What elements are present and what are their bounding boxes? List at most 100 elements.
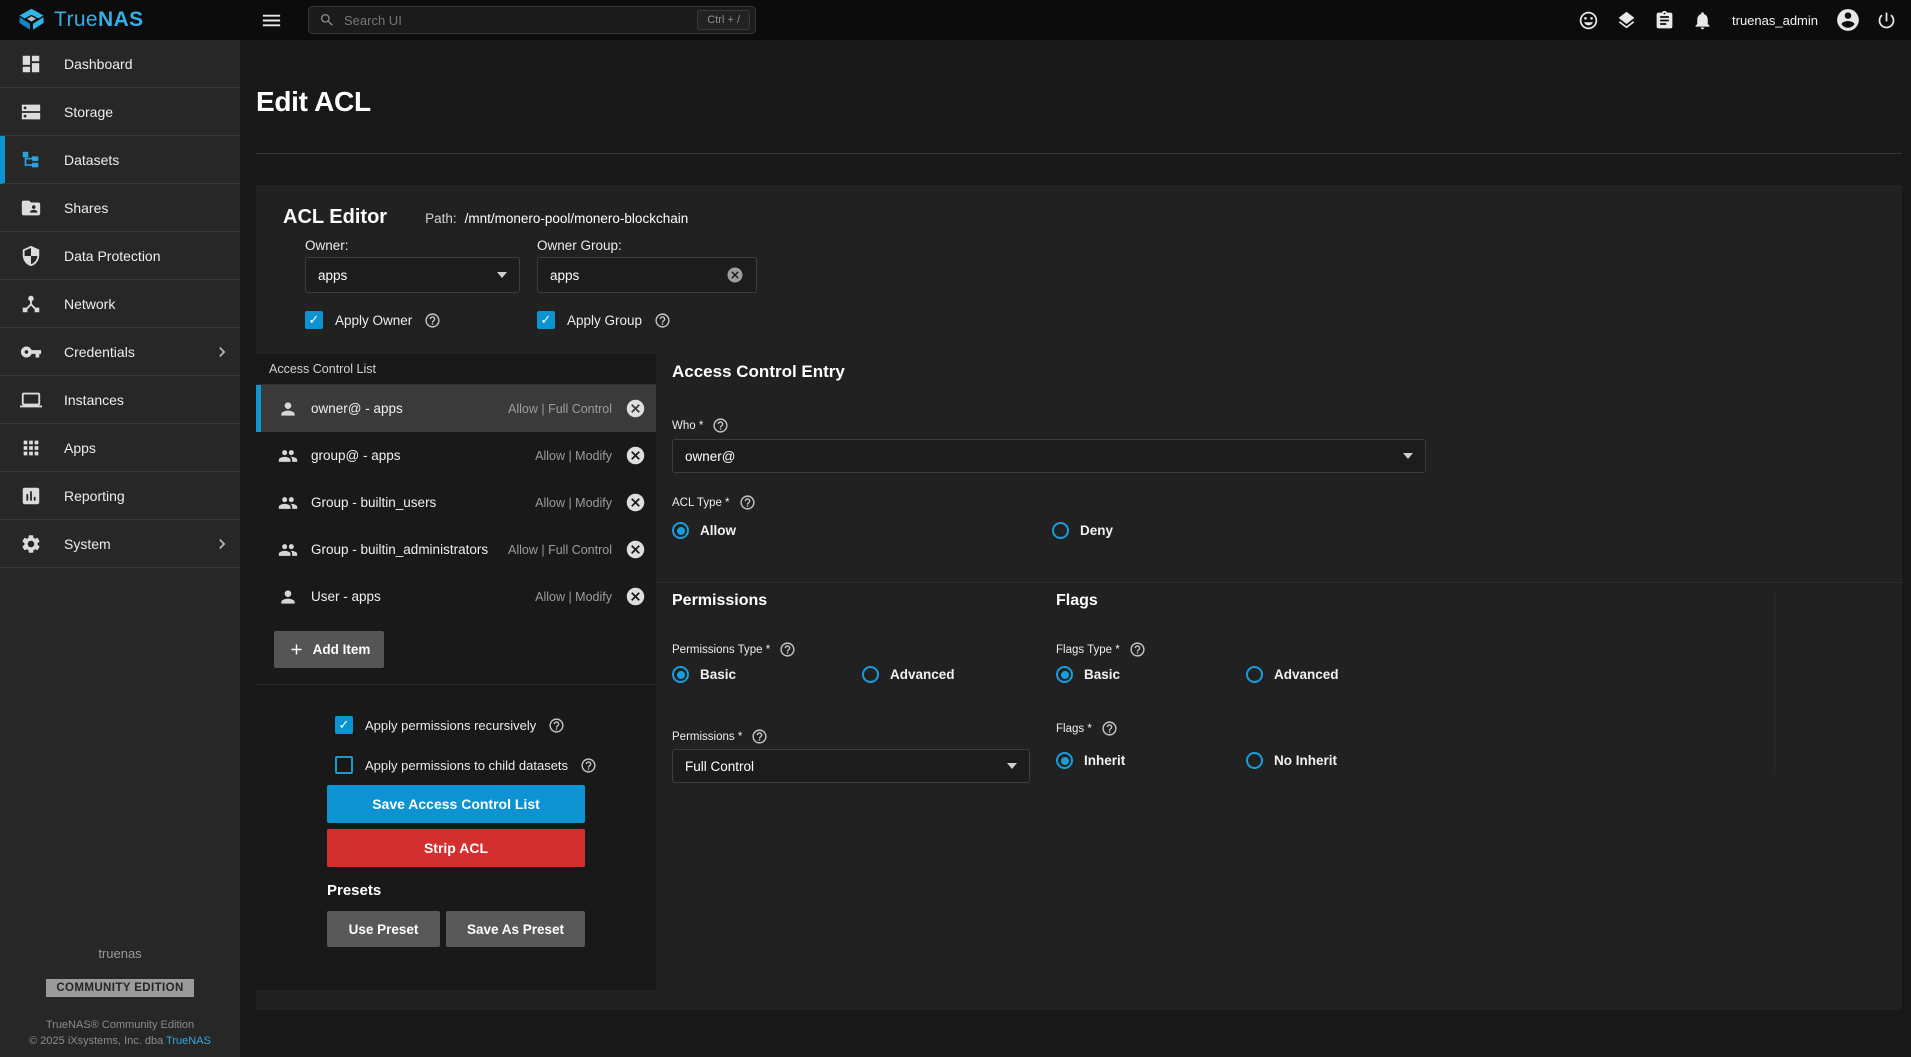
who-value: owner@ bbox=[685, 449, 735, 464]
network-icon bbox=[20, 293, 42, 315]
help-icon[interactable] bbox=[654, 312, 671, 329]
datasets-icon bbox=[20, 149, 42, 171]
sidebar-item-system[interactable]: System bbox=[0, 520, 240, 568]
radio-no-inherit[interactable]: No Inherit bbox=[1246, 752, 1337, 769]
sidebar-item-reporting[interactable]: Reporting bbox=[0, 472, 240, 520]
truenas-logo[interactable]: TrueNAS bbox=[0, 8, 240, 32]
permissions-type-label: Permissions Type * bbox=[672, 641, 796, 658]
add-item-button[interactable]: Add Item bbox=[274, 631, 384, 668]
sidebar-item-shares[interactable]: Shares bbox=[0, 184, 240, 232]
footer-copyright: © 2025 iXsystems, Inc. dba TrueNAS bbox=[0, 1035, 240, 1047]
dataset-path: Path: /mnt/monero-pool/monero-blockchain bbox=[425, 211, 688, 226]
help-icon[interactable] bbox=[424, 312, 441, 329]
sidebar-item-apps[interactable]: Apps bbox=[0, 424, 240, 472]
apply-recursively-checkbox[interactable]: ✓ bbox=[335, 716, 353, 734]
radio-basic[interactable]: Basic bbox=[1056, 666, 1246, 683]
account-button[interactable] bbox=[1833, 5, 1863, 35]
jobs-icon bbox=[1616, 10, 1637, 31]
dashboard-icon bbox=[20, 53, 42, 75]
help-icon[interactable] bbox=[751, 728, 768, 745]
help-icon[interactable] bbox=[580, 757, 597, 774]
acl-entry-row[interactable]: owner@ - appsAllow | Full Control bbox=[256, 385, 656, 432]
jobs-button[interactable] bbox=[1611, 5, 1641, 35]
search-placeholder: Search UI bbox=[344, 13, 688, 28]
sidebar-item-instances[interactable]: Instances bbox=[0, 376, 240, 424]
entry-permission: Allow | Full Control bbox=[508, 543, 612, 557]
sidebar-item-credentials[interactable]: Credentials bbox=[0, 328, 240, 376]
apply-group-checkbox[interactable]: ✓ bbox=[537, 311, 555, 329]
radio-allow[interactable]: Allow bbox=[672, 522, 1052, 539]
flags-label: Flags * bbox=[1056, 720, 1118, 737]
chevron-right-icon bbox=[212, 534, 232, 554]
group-icon bbox=[278, 540, 298, 560]
sidebar-item-datasets[interactable]: Datasets bbox=[0, 136, 240, 184]
help-icon[interactable] bbox=[1101, 720, 1118, 737]
owner-group-input[interactable]: apps bbox=[537, 257, 757, 293]
radio-advanced[interactable]: Advanced bbox=[1246, 666, 1339, 683]
sidebar-item-data-protection[interactable]: Data Protection bbox=[0, 232, 240, 280]
acl-editor-title: ACL Editor bbox=[283, 206, 387, 229]
apply-group-row: ✓ Apply Group bbox=[537, 311, 671, 329]
hostname: truenas bbox=[0, 946, 240, 961]
radio-circle-icon bbox=[1056, 752, 1073, 769]
feedback-button[interactable] bbox=[1573, 5, 1603, 35]
power-button[interactable] bbox=[1871, 5, 1901, 35]
search-input[interactable]: Search UI Ctrl + / bbox=[308, 6, 756, 34]
permissions-section-title: Permissions bbox=[672, 592, 767, 610]
permissions-value: Full Control bbox=[685, 759, 754, 774]
clear-icon[interactable] bbox=[726, 266, 744, 284]
acl-entry-row[interactable]: Group - builtin_usersAllow | Modify bbox=[256, 479, 656, 526]
sidebar-item-storage[interactable]: Storage bbox=[0, 88, 240, 136]
radio-basic[interactable]: Basic bbox=[672, 666, 862, 683]
entry-permission: Allow | Modify bbox=[535, 590, 612, 604]
save-access-control-list-button[interactable]: Save Access Control List bbox=[327, 785, 585, 823]
remove-entry-button[interactable] bbox=[625, 492, 646, 513]
sidebar-item-network[interactable]: Network bbox=[0, 280, 240, 328]
footer-edition-text: TrueNAS® Community Edition bbox=[0, 1019, 240, 1031]
remove-entry-button[interactable] bbox=[625, 539, 646, 560]
help-icon[interactable] bbox=[1129, 641, 1146, 658]
save-as-preset-button[interactable]: Save As Preset bbox=[446, 911, 585, 947]
radio-advanced[interactable]: Advanced bbox=[862, 666, 955, 683]
remove-entry-button[interactable] bbox=[625, 586, 646, 607]
use-preset-button[interactable]: Use Preset bbox=[327, 911, 440, 947]
truenas-footer-link[interactable]: TrueNAS bbox=[166, 1035, 211, 1047]
who-label: Who * bbox=[672, 417, 729, 434]
presets-title: Presets bbox=[327, 882, 381, 899]
flags-type-radio-group: BasicAdvanced bbox=[1056, 666, 1339, 683]
remove-entry-button[interactable] bbox=[625, 398, 646, 419]
remove-entry-button[interactable] bbox=[625, 445, 646, 466]
footer-copyright-text: © 2025 iXsystems, Inc. dba bbox=[29, 1035, 163, 1047]
storage-icon bbox=[20, 101, 42, 123]
acl-entry-row[interactable]: Group - builtin_administratorsAllow | Fu… bbox=[256, 526, 656, 573]
acl-entry-row[interactable]: User - appsAllow | Modify bbox=[256, 573, 656, 620]
help-icon[interactable] bbox=[548, 717, 565, 734]
access-control-entry-panel: Access Control Entry Who * owner@ ACL Ty… bbox=[656, 354, 1902, 1010]
menu-icon bbox=[260, 9, 283, 32]
sidebar-footer: truenas COMMUNITY EDITION TrueNAS® Commu… bbox=[0, 946, 240, 1057]
permissions-select[interactable]: Full Control bbox=[672, 749, 1030, 783]
checklist-button[interactable] bbox=[1649, 5, 1679, 35]
owner-select[interactable]: apps bbox=[305, 257, 520, 293]
chevron-down-icon bbox=[497, 272, 507, 278]
notifications-button[interactable] bbox=[1687, 5, 1717, 35]
radio-deny[interactable]: Deny bbox=[1052, 522, 1432, 539]
credentials-icon bbox=[20, 341, 42, 363]
entry-permission: Allow | Modify bbox=[535, 496, 612, 510]
strip-acl-button[interactable]: Strip ACL bbox=[327, 829, 585, 867]
help-icon[interactable] bbox=[779, 641, 796, 658]
chevron-down-icon bbox=[1403, 453, 1413, 459]
help-icon[interactable] bbox=[712, 417, 729, 434]
radio-inherit[interactable]: Inherit bbox=[1056, 752, 1246, 769]
help-icon[interactable] bbox=[739, 494, 756, 511]
apply-owner-checkbox[interactable]: ✓ bbox=[305, 311, 323, 329]
apply-to-child-datasets-checkbox[interactable] bbox=[335, 756, 353, 774]
group-icon bbox=[278, 493, 298, 513]
who-select[interactable]: owner@ bbox=[672, 439, 1426, 473]
owner-group-label: Owner Group: bbox=[537, 238, 622, 253]
acl-entry-row[interactable]: group@ - appsAllow | Modify bbox=[256, 432, 656, 479]
menu-button[interactable] bbox=[256, 5, 286, 35]
sidebar-item-dashboard[interactable]: Dashboard bbox=[0, 40, 240, 88]
apply-to-child-datasets-label: Apply permissions to child datasets bbox=[365, 758, 568, 773]
search-shortcut-hint: Ctrl + / bbox=[697, 10, 750, 30]
